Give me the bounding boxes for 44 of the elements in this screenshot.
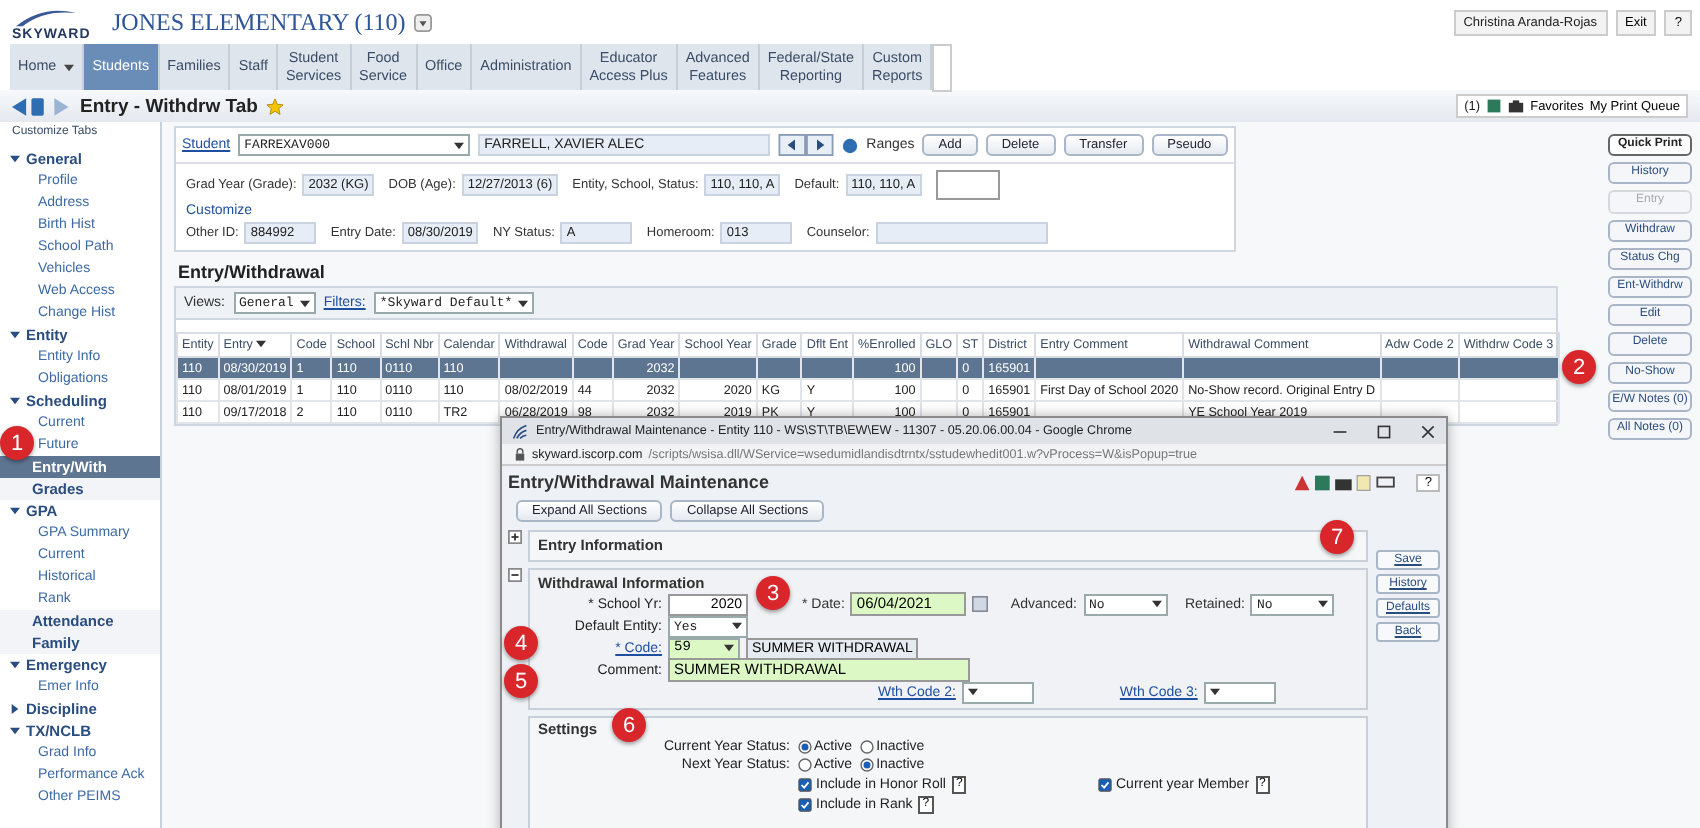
- prev-next-icon[interactable]: [778, 134, 835, 156]
- triangle-icon[interactable]: [10, 704, 20, 714]
- triangle-icon[interactable]: [10, 154, 20, 164]
- school-name: JONES ELEMENTARY (110): [112, 7, 406, 37]
- checkbox-icon[interactable]: [1098, 778, 1112, 792]
- caret-icon: [1209, 688, 1220, 696]
- photo-placeholder: [935, 170, 1000, 200]
- caret-icon: [967, 688, 978, 696]
- maximize-icon[interactable]: [1376, 423, 1392, 439]
- caret-icon: [724, 644, 734, 652]
- page-title: Entry - Withdrw Tab: [80, 95, 258, 117]
- caret-icon: [1151, 600, 1161, 608]
- triangle-icon[interactable]: [10, 396, 20, 406]
- radio-icon[interactable]: [860, 758, 875, 772]
- radio-icon[interactable]: [798, 758, 812, 772]
- caret-icon: [518, 299, 529, 307]
- triangle-icon[interactable]: [10, 660, 20, 670]
- caret-icon[interactable]: [64, 63, 75, 71]
- section-title: Entry/Withdrawal: [178, 262, 327, 282]
- popup-heading: Entry/Withdrawal Maintenance: [508, 472, 769, 492]
- radio-icon[interactable]: [798, 740, 812, 754]
- camera-icon[interactable]: [1508, 98, 1525, 114]
- triangle-icon[interactable]: [10, 330, 20, 340]
- triangle-icon[interactable]: [10, 506, 20, 516]
- checkbox-icon[interactable]: [798, 798, 812, 812]
- close-icon[interactable]: [1420, 423, 1436, 439]
- sort-icon[interactable]: [256, 340, 267, 348]
- monitor-icon[interactable]: [1486, 98, 1503, 114]
- caret-icon: [454, 141, 465, 149]
- calendar-icon[interactable]: [972, 596, 989, 612]
- checkbox-icon[interactable]: [798, 778, 812, 792]
- triangle-icon[interactable]: [10, 726, 20, 736]
- wth-code-dropdown[interactable]: [961, 681, 1034, 703]
- dropdown-icon[interactable]: [413, 13, 432, 31]
- caret-icon: [299, 299, 310, 307]
- lock-icon: [514, 447, 526, 461]
- wave-icon: [512, 423, 528, 439]
- caret-icon: [1318, 600, 1329, 608]
- radio-icon[interactable]: [860, 740, 875, 754]
- navigation-arrows-icon[interactable]: [12, 95, 72, 117]
- caret-icon: [732, 622, 742, 630]
- star-icon[interactable]: [265, 97, 284, 115]
- toggle-icon[interactable]: [508, 530, 522, 544]
- toggle-icon[interactable]: [508, 568, 522, 582]
